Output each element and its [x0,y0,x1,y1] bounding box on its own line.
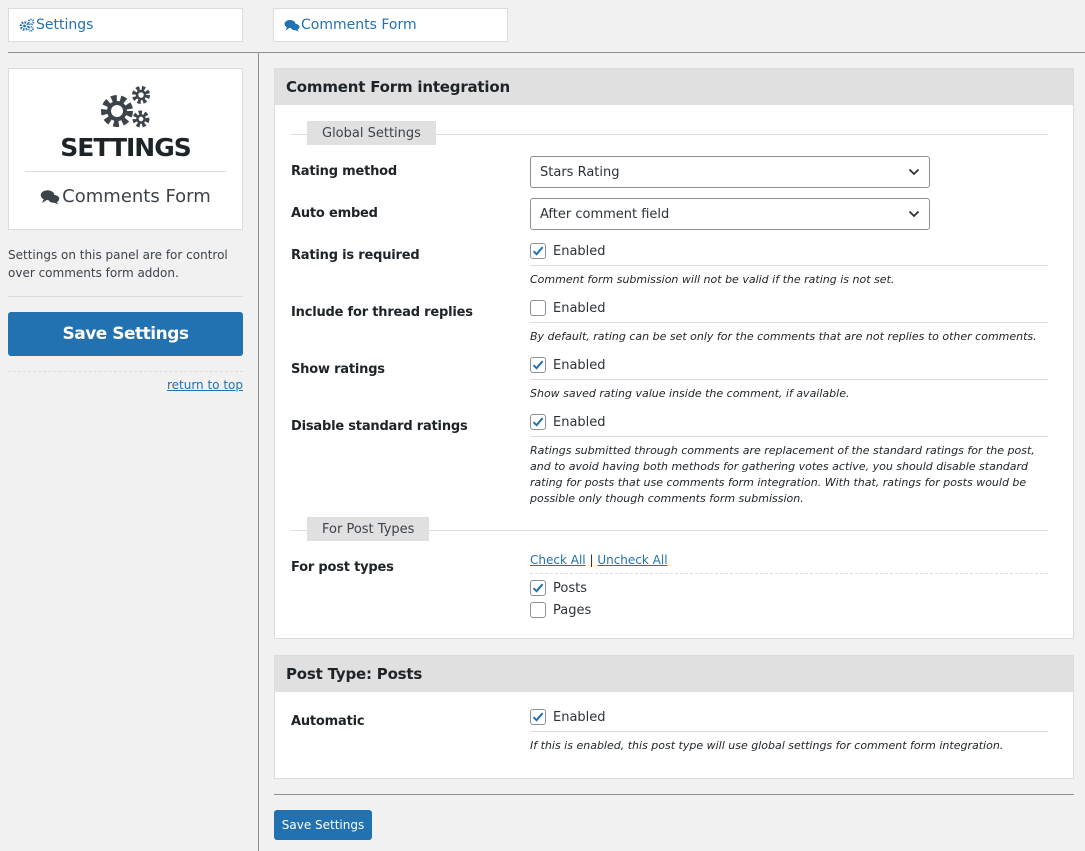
comment-form-integration-panel: Comment Form integration Global Settings… [274,68,1074,639]
panel-title: Post Type: Posts [275,656,1073,692]
show-ratings-checkbox[interactable]: Enabled [530,357,606,373]
auto-embed-value: After comment field [540,206,670,222]
post-type-pages-checkbox[interactable]: Pages [530,602,591,618]
checkmark-icon [532,360,544,370]
checkbox-label: Posts [553,580,587,596]
group-for-post-types: For Post Types [291,517,1048,541]
save-settings-button[interactable]: Save Settings [274,810,372,840]
post-type-posts-checkbox[interactable]: Posts [530,580,587,596]
link-separator: | [589,553,594,567]
disable-standard-note: Ratings submitted through comments are r… [530,444,1035,505]
rating-method-select[interactable]: Stars Rating [530,156,930,188]
checkbox-box[interactable] [530,414,546,430]
chevron-down-icon [908,210,920,218]
checkbox-label: Enabled [553,300,606,316]
group-label: Global Settings [307,121,436,145]
checkbox-label: Enabled [553,414,606,430]
checkbox-box[interactable] [530,602,546,618]
checkmark-icon [532,246,544,256]
checkbox-label: Enabled [553,243,606,259]
show-ratings-note: Show saved rating value inside the comme… [530,387,850,400]
thread-replies-note: By default, rating can be set only for t… [530,330,1037,343]
checkbox-box[interactable] [530,357,546,373]
rating-method-label: Rating method [291,164,398,179]
comments-icon [284,19,300,32]
disable-standard-label: Disable standard ratings [291,419,468,434]
sidebar-subtitle-label: Comments Form [62,186,211,207]
checkbox-label: Enabled [553,357,606,373]
automatic-note: If this is enabled, this post type will … [530,739,1004,752]
return-to-top-link[interactable]: return to top [167,378,243,392]
checkmark-icon [532,417,544,427]
sidebar-title: SETTINGS [60,133,192,162]
uncheck-all-link[interactable]: Uncheck All [597,553,667,567]
sidebar-divider-1 [8,296,243,297]
breadcrumb-settings-label: Settings [36,17,94,33]
checkbox-label: Pages [553,602,592,618]
automatic-checkbox[interactable]: Enabled [530,709,606,725]
checkmark-icon [532,712,544,722]
gears-icon [19,18,35,32]
thread-replies-label: Include for thread replies [291,305,473,320]
breadcrumb-comments-form[interactable]: Comments Form [273,8,508,42]
checkbox-box[interactable] [530,300,546,316]
check-all-link[interactable]: Check All [530,553,586,567]
panel-title: Comment Form integration [275,69,1073,105]
chevron-down-icon [908,168,920,176]
checkbox-box[interactable] [530,580,546,596]
checkbox-box[interactable] [530,709,546,725]
sidebar-subtitle: Comments Form [40,186,211,207]
group-label: For Post Types [307,517,430,541]
group-global-settings: Global Settings [291,121,1048,145]
rating-method-value: Stars Rating [540,164,620,180]
gears-large-icon [100,86,150,128]
breadcrumb-settings[interactable]: Settings [8,8,243,42]
show-ratings-label: Show ratings [291,362,385,377]
rating-required-note: Comment form submission will not be vali… [530,273,895,286]
header-divider [8,52,1085,53]
breadcrumb-comments-label: Comments Form [301,17,417,33]
sidebar-divider [258,52,259,851]
thread-replies-checkbox[interactable]: Enabled [530,300,606,316]
post-type-posts-panel: Post Type: Posts Automatic Enabled If th… [274,655,1074,779]
sidebar-save-button[interactable]: Save Settings [8,312,243,356]
rating-required-label: Rating is required [291,248,420,263]
disable-standard-checkbox[interactable]: Enabled [530,414,606,430]
checkbox-label: Enabled [553,709,606,725]
footer-divider [274,794,1074,795]
sidebar-divider-2 [8,371,243,372]
automatic-label: Automatic [291,714,365,729]
auto-embed-label: Auto embed [291,206,378,221]
rating-required-checkbox[interactable]: Enabled [530,243,606,259]
sidebar-description: Settings on this panel are for control o… [8,248,228,280]
post-types-label: For post types [291,560,394,575]
checkmark-icon [532,583,544,593]
comments-icon [40,189,60,205]
auto-embed-select[interactable]: After comment field [530,198,930,230]
sidebar-card-divider [25,171,226,172]
sidebar-card: SETTINGS Comments Form [8,68,243,230]
checkbox-box[interactable] [530,243,546,259]
check-links: Check All | Uncheck All [530,553,668,567]
